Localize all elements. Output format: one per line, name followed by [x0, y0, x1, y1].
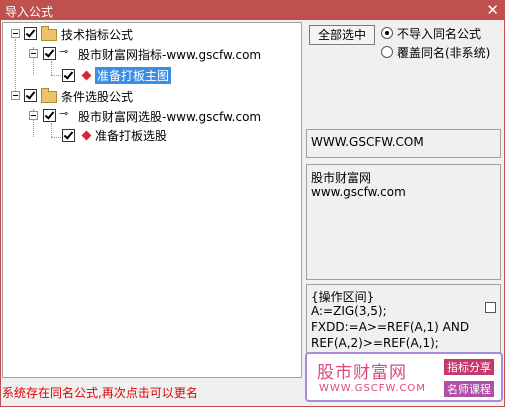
select-all-button[interactable]: 全部选中: [309, 25, 375, 45]
formula-tree[interactable]: 技术指标公式 ⊸ 股市财富网指标-www.gscfw.com 准备打板主图 条件…: [2, 22, 302, 378]
leaf-1-checkbox[interactable]: [62, 69, 75, 82]
status-message: 系统存在同名公式,再次点击可以更名: [2, 386, 198, 400]
group-1-label: 技术指标公式: [61, 28, 134, 42]
watermark-tag-course: 名师课程: [444, 381, 494, 397]
watermark-logo: 股市财富网 WWW.GSCFW.COM 指标分享 名师课程: [305, 352, 503, 402]
folder-icon: [41, 88, 57, 103]
tree-node-child-1[interactable]: ⊸ 股市财富网指标-www.gscfw.com: [3, 45, 293, 62]
collapse-icon[interactable]: [11, 29, 20, 38]
formula-icon: [81, 70, 92, 81]
close-icon[interactable]: ✕: [486, 1, 499, 19]
window-title: 导入公式: [5, 5, 54, 19]
leaf-2-checkbox[interactable]: [62, 129, 75, 142]
child-1-label: 股市财富网指标-www.gscfw.com: [78, 48, 262, 62]
watermark-brand: 股市财富网: [317, 363, 407, 383]
tree-node-child-2[interactable]: ⊸ 股市财富网选股-www.gscfw.com: [3, 107, 293, 124]
group-2-label: 条件选股公式: [61, 90, 134, 104]
description-line-2: www.gscfw.com: [311, 185, 406, 199]
tree-node-leaf-1[interactable]: 准备打板主图: [3, 67, 293, 84]
site-panel: WWW.GSCFW.COM: [306, 129, 501, 158]
overwrite-label: 覆盖同名(非系统): [397, 46, 491, 60]
tree-node-group-1[interactable]: 技术指标公式: [3, 25, 293, 42]
tree-node-leaf-2[interactable]: 准备打板选股: [3, 127, 293, 143]
group-1-checkbox[interactable]: [24, 27, 37, 40]
code-line-1: {操作区间}: [311, 290, 375, 304]
description-line-1: 股市财富网: [311, 171, 372, 185]
child-2-checkbox[interactable]: [43, 109, 56, 122]
code-line-2: A:=ZIG(3,5);: [311, 304, 387, 318]
collapse-icon[interactable]: [29, 49, 38, 58]
folder-icon: [41, 26, 57, 41]
key-icon: ⊸: [59, 107, 69, 120]
collapse-icon[interactable]: [11, 91, 20, 100]
overwrite-radio[interactable]: [381, 46, 393, 58]
code-line-4: REF(A,2)>=REF(A,1);: [311, 336, 439, 350]
formula-icon: [81, 130, 92, 141]
code-line-3: FXDD:=A>=REF(A,1) AND: [311, 320, 470, 334]
leaf-1-label[interactable]: 准备打板主图: [95, 67, 172, 84]
option-checkbox[interactable]: [485, 302, 496, 313]
skip-duplicates-label: 不导入同名公式: [397, 27, 482, 41]
tree-node-group-2[interactable]: 条件选股公式: [3, 87, 293, 104]
site-text: WWW.GSCFW.COM: [311, 135, 424, 149]
title-bar: 导入公式 ✕: [0, 0, 505, 20]
collapse-icon[interactable]: [29, 111, 38, 120]
watermark-url: WWW.GSCFW.COM: [319, 383, 426, 394]
leaf-2-label[interactable]: 准备打板选股: [95, 127, 167, 144]
key-icon: ⊸: [59, 45, 69, 58]
description-panel: 股市财富网 www.gscfw.com: [306, 164, 501, 280]
watermark-tag-share: 指标分享: [444, 359, 494, 375]
group-2-checkbox[interactable]: [24, 89, 37, 102]
child-2-label: 股市财富网选股-www.gscfw.com: [78, 110, 262, 124]
skip-duplicates-radio[interactable]: [381, 27, 393, 39]
code-panel[interactable]: {操作区间} A:=ZIG(3,5); FXDD:=A>=REF(A,1) AN…: [306, 284, 501, 354]
child-1-checkbox[interactable]: [43, 47, 56, 60]
